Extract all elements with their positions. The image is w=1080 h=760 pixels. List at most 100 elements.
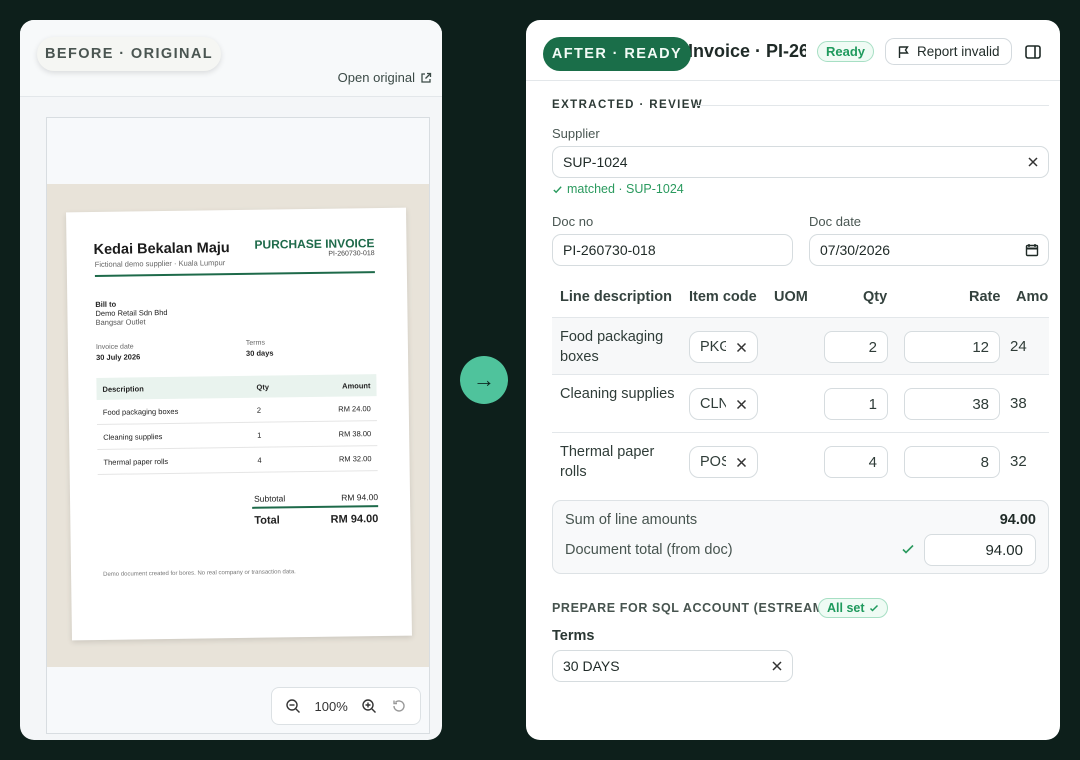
open-original-label: Open original	[337, 70, 415, 85]
doc-date-value: 07/30/2026	[820, 242, 891, 258]
doc-total-label: Document total (from doc)	[565, 542, 733, 558]
line-description: Cleaning supplies	[560, 386, 675, 402]
report-invalid-label: Report invalid	[917, 44, 1000, 59]
item-code-value: CLN	[700, 396, 726, 412]
doc-row-qty: 4	[257, 455, 262, 465]
doc-table-row: Food packaging boxes 2 RM 24.00	[96, 396, 377, 425]
all-set-badge: All set	[818, 598, 888, 618]
open-original-link[interactable]: Open original	[338, 70, 432, 85]
arrow-right-icon: →	[460, 356, 508, 404]
item-code-select[interactable]: CLN	[689, 388, 758, 420]
totals-box: Sum of line amounts 94.00 Document total…	[552, 500, 1049, 574]
doc-row-amount: RM 24.00	[338, 403, 371, 414]
clear-icon[interactable]	[770, 659, 784, 673]
doc-row-qty: 1	[257, 430, 262, 440]
doc-date-input[interactable]: 07/30/2026	[809, 234, 1049, 266]
doc-total-input[interactable]: 94.00	[924, 534, 1036, 566]
line-description: Food packaging boxes	[560, 329, 664, 365]
status-badge: Ready	[817, 41, 875, 62]
line-description: Thermal paper rolls	[560, 444, 655, 480]
doc-date-value: 30 July 2026	[95, 352, 141, 362]
item-code-value: PKG	[700, 339, 726, 355]
doc-row-amount: RM 32.00	[338, 453, 372, 464]
qty-input[interactable]: 4	[824, 446, 888, 478]
doc-billto-label: Bill to	[95, 299, 117, 309]
line-item-row: Food packaging boxes PKG 2 12 24	[552, 317, 1049, 374]
qty-input[interactable]: 2	[824, 331, 888, 363]
check-icon	[869, 604, 878, 612]
col-uom: UOM	[774, 289, 808, 305]
prepare-section-title: PREPARE FOR SQL ACCOUNT (ESTREAM)	[552, 601, 829, 615]
doc-terms-value: 30 days	[245, 348, 274, 358]
supplier-matched-text: matched · SUP-1024	[567, 182, 684, 196]
doc-row-qty: 2	[256, 405, 262, 415]
document-viewer[interactable]: Kedai Bekalan Maju Fictional demo suppli…	[46, 117, 430, 734]
doc-subtotal-label: Subtotal	[253, 493, 286, 504]
invoice-title: Invoice · PI-260730-018	[688, 41, 806, 61]
doc-total-value: RM 94.00	[330, 513, 379, 526]
doc-row-desc: Thermal paper rolls	[103, 456, 169, 467]
qty-input[interactable]: 1	[824, 388, 888, 420]
doc-col-amount: Amount	[342, 380, 371, 391]
zoom-out-icon[interactable]	[285, 698, 301, 714]
line-items-table: Line description Item code UOM Qty Rate …	[552, 276, 1049, 432]
supplier-match-status: matched · SUP-1024	[552, 182, 684, 196]
doc-items-table: Description Qty Amount Food packaging bo…	[96, 374, 378, 475]
clear-icon[interactable]	[736, 399, 747, 410]
doc-no-value: PI-260730-018	[563, 242, 656, 258]
item-code-value: POS	[700, 454, 726, 470]
col-item-code: Item code	[689, 289, 757, 305]
report-invalid-button[interactable]: Report invalid	[885, 38, 1012, 65]
terms-label: Terms	[552, 628, 595, 644]
zoom-controls: 100%	[271, 687, 421, 725]
doc-row-amount: RM 38.00	[338, 428, 372, 439]
sidebar-toggle-icon[interactable]	[1024, 43, 1042, 61]
col-amount: Amount	[1016, 289, 1049, 305]
terms-input[interactable]: 30 DAYS	[552, 650, 793, 682]
terms-value: 30 DAYS	[563, 658, 620, 674]
before-panel: Open original Kedai Bekalan Maju Fiction…	[20, 20, 442, 740]
line-item-row: Cleaning supplies CLN 1 38 38	[552, 374, 1049, 431]
rate-input[interactable]: 8	[904, 446, 1000, 478]
sum-value: 94.00	[999, 512, 1036, 528]
item-code-select[interactable]: PKG	[689, 331, 758, 363]
rotate-icon[interactable]	[391, 698, 407, 714]
calendar-icon[interactable]	[1025, 243, 1039, 257]
supplier-input[interactable]: SUP-1024	[552, 146, 1049, 178]
doc-no-input[interactable]: PI-260730-018	[552, 234, 793, 266]
doc-table-row: Cleaning supplies 1 RM 38.00	[96, 421, 378, 450]
line-item-row: Thermal paper rolls POS 4 8 32	[552, 432, 1049, 489]
check-icon	[553, 185, 562, 193]
zoom-level: 100%	[314, 698, 348, 714]
clear-icon[interactable]	[1026, 155, 1040, 169]
line-items-header: Line description Item code UOM Qty Rate …	[552, 276, 1049, 316]
doc-date-label: Doc date	[809, 214, 862, 229]
doc-number: PI-260730-018	[328, 250, 375, 258]
item-code-select[interactable]: POS	[689, 446, 758, 478]
after-panel: Invoice · PI-260730-018 Ready Report inv…	[526, 20, 1060, 740]
doc-row-desc: Cleaning supplies	[103, 431, 163, 442]
rate-input[interactable]: 38	[904, 388, 1000, 420]
doc-no-label: Doc no	[552, 214, 594, 229]
line-items-table-continued: Thermal paper rolls POS 4 8 32	[552, 432, 1049, 489]
doc-terms-label: Terms	[245, 339, 265, 347]
col-rate: Rate	[969, 289, 1001, 305]
doc-subtotal-value: RM 94.00	[341, 492, 379, 503]
doc-company: Kedai Bekalan Maju	[93, 240, 230, 259]
section-divider	[696, 105, 1049, 106]
section-title-extracted: EXTRACTED · REVIEW	[552, 99, 704, 111]
clear-icon[interactable]	[736, 457, 747, 468]
check-icon	[902, 544, 914, 554]
zoom-in-icon[interactable]	[361, 698, 377, 714]
doc-col-description: Description	[102, 383, 144, 394]
external-link-icon	[421, 72, 432, 83]
doc-company-sub: Fictional demo supplier · Kuala Lumpur	[94, 258, 226, 269]
line-amount: 24	[1010, 338, 1027, 355]
sum-label: Sum of line amounts	[565, 512, 698, 528]
rate-input[interactable]: 12	[904, 331, 1000, 363]
clear-icon[interactable]	[736, 342, 747, 353]
doc-billto-branch: Bangsar Outlet	[95, 317, 146, 327]
doc-total-label: Total	[254, 514, 280, 527]
invoice-image: Kedai Bekalan Maju Fictional demo suppli…	[66, 207, 412, 641]
line-amount: 32	[1010, 453, 1027, 470]
